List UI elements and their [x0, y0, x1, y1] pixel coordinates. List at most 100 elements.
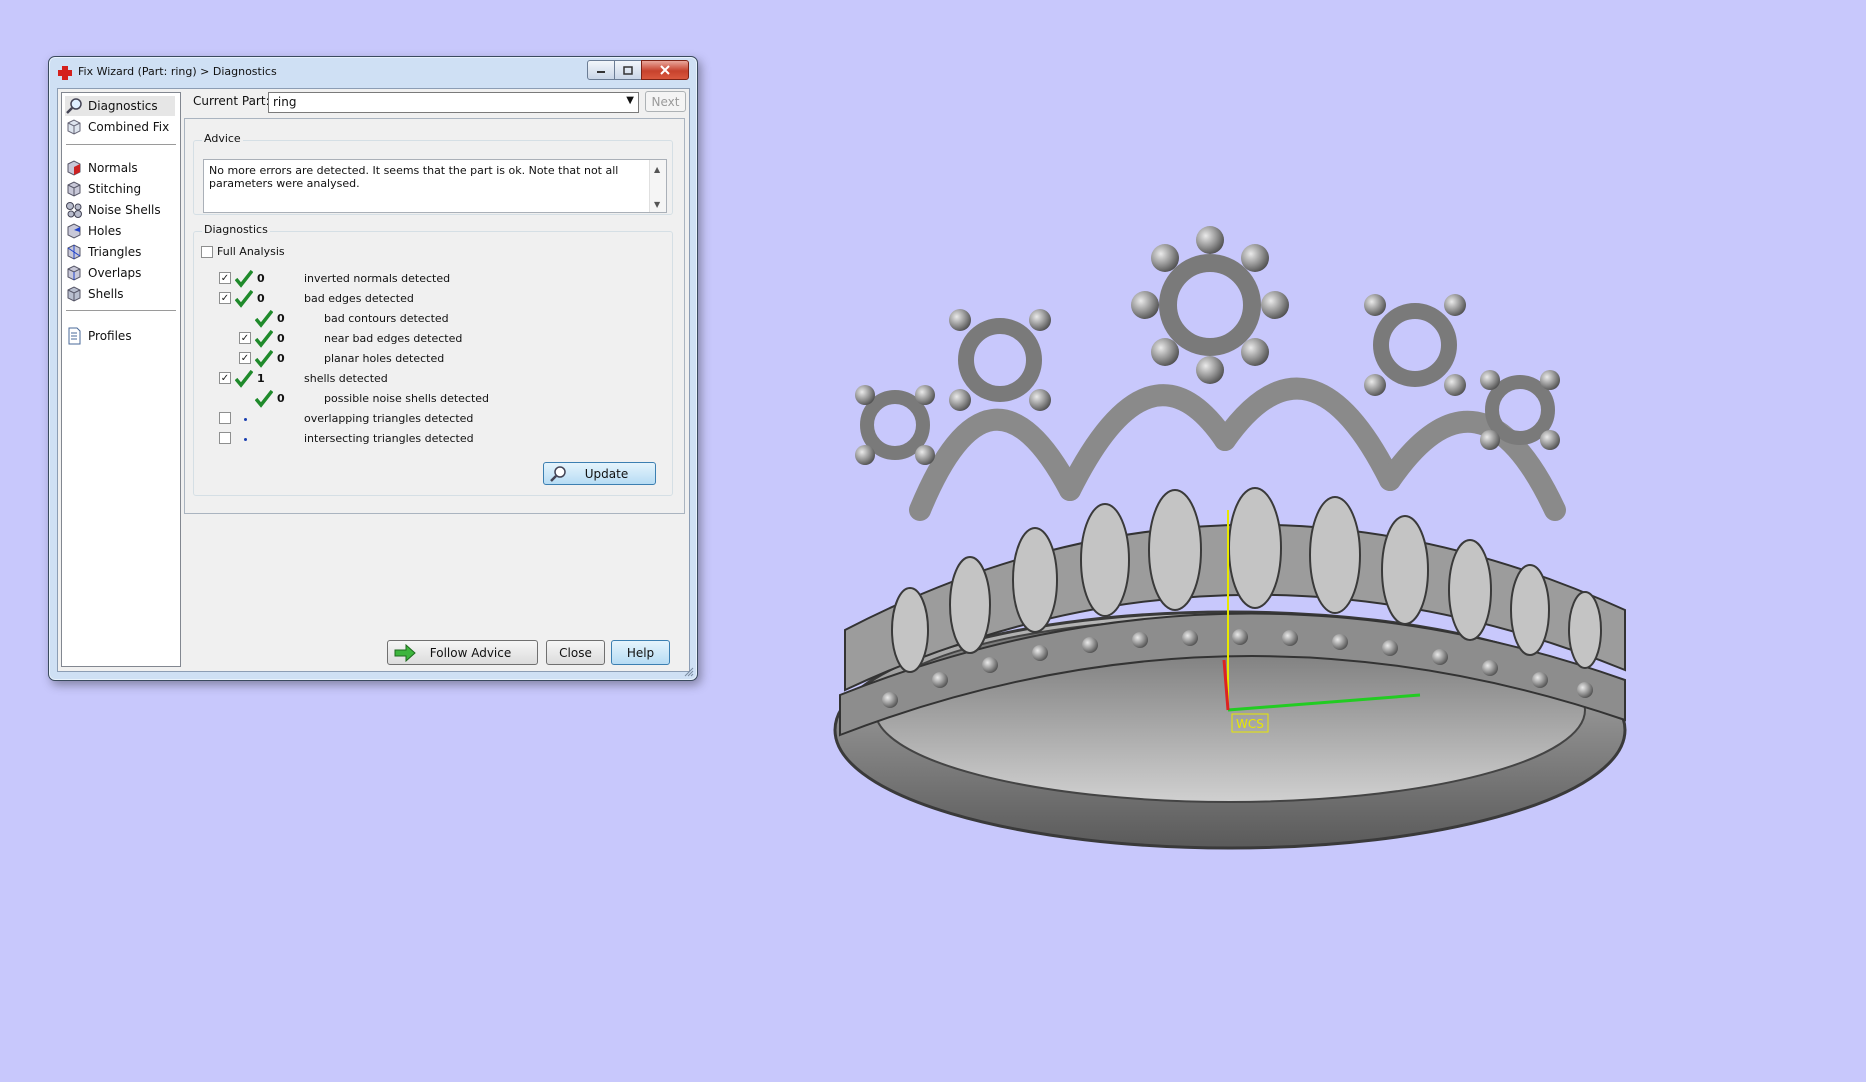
diagnostic-count: 1	[257, 372, 265, 385]
diagnostic-count: 0	[277, 392, 285, 405]
nav-item-diagnostics[interactable]: Diagnostics	[65, 96, 175, 116]
resize-grip-icon[interactable]	[684, 667, 694, 677]
diagnostic-checkbox[interactable]	[219, 412, 231, 424]
follow-advice-label: Follow Advice	[429, 645, 512, 660]
nav-item-holes[interactable]: Holes	[65, 221, 175, 241]
wizard-nav: Diagnostics Combined Fix Normals Stitchi…	[61, 92, 181, 667]
checkmark-icon	[235, 370, 253, 388]
next-button[interactable]: Next	[645, 91, 686, 112]
nav-item-label: Combined Fix	[88, 120, 170, 134]
diagnostic-label: bad edges detected	[304, 292, 414, 305]
nav-item-label: Holes	[88, 224, 122, 238]
diagnostic-checkbox[interactable]: ✓	[239, 352, 251, 364]
help-button[interactable]: Help	[611, 640, 670, 665]
combined-fix-icon	[67, 119, 81, 135]
diagnostic-label: bad contours detected	[324, 312, 449, 325]
pending-dot-icon	[244, 438, 247, 441]
nav-item-normals[interactable]: Normals	[65, 158, 175, 178]
nav-item-overlaps[interactable]: Overlaps	[65, 263, 175, 283]
nav-item-noise-shells[interactable]: Noise Shells	[65, 200, 175, 220]
document-icon	[68, 327, 81, 345]
triangles-icon	[67, 244, 81, 260]
holes-icon	[67, 223, 81, 239]
diagnostic-checkbox[interactable]: ✓	[239, 332, 251, 344]
diagnostics-group: Diagnostics Full Analysis ✓ 0 inverted nor…	[193, 223, 673, 496]
magnifier-icon	[66, 98, 82, 114]
window-title: Fix Wizard (Part: ring) > Diagnostics	[78, 65, 277, 78]
diagnostic-label: possible noise shells detected	[324, 392, 490, 405]
diagnostic-label: overlapping triangles detected	[304, 412, 474, 425]
follow-advice-button[interactable]: Follow Advice	[387, 640, 538, 665]
checkmark-icon	[255, 350, 273, 368]
nav-item-label: Noise Shells	[88, 203, 161, 217]
advice-textbox[interactable]: No more errors are detected. It seems th…	[203, 159, 667, 213]
diagnostics-title: Diagnostics	[202, 223, 270, 236]
ring-arch	[1214, 377, 1401, 491]
diagnostic-count: 0	[277, 352, 285, 365]
checkmark-icon	[255, 330, 273, 348]
checkmark-icon	[255, 390, 273, 408]
ring-arch	[1059, 384, 1236, 501]
arrow-right-icon	[394, 644, 416, 662]
scroll-down-icon: ▼	[654, 200, 661, 209]
diagnostic-label: shells detected	[304, 372, 388, 385]
scroll-up-icon: ▲	[654, 165, 661, 174]
nav-separator	[66, 310, 176, 312]
diagnostic-count: 0	[277, 312, 285, 325]
normals-icon	[67, 160, 81, 176]
checkmark-icon	[235, 290, 253, 308]
full-analysis-label: Full Analysis	[217, 245, 285, 258]
close-window-button[interactable]	[641, 60, 689, 80]
nav-item-label: Shells	[88, 287, 124, 301]
diagnostic-checkbox[interactable]: ✓	[219, 372, 231, 384]
nav-item-shells[interactable]: Shells	[65, 284, 175, 304]
nav-item-label: Triangles	[88, 245, 142, 259]
dialog-client: Diagnostics Combined Fix Normals Stitchi…	[57, 88, 690, 672]
diagnostic-count: 0	[257, 292, 265, 305]
nav-item-profiles[interactable]: Profiles	[65, 326, 175, 346]
nav-item-label: Stitching	[88, 182, 142, 196]
update-button[interactable]: Update	[543, 462, 656, 485]
wcs-label: WCS	[1236, 717, 1264, 731]
nav-item-stitching[interactable]: Stitching	[65, 179, 175, 199]
nav-item-label: Normals	[88, 161, 138, 175]
diagnostic-label: near bad edges detected	[324, 332, 463, 345]
title-bar[interactable]: Fix Wizard (Part: ring) > Diagnostics	[49, 57, 697, 87]
minimize-icon	[597, 71, 605, 73]
diagnostic-label: inverted normals detected	[304, 272, 451, 285]
diagnostic-checkbox[interactable]	[219, 432, 231, 444]
close-button[interactable]: Close	[546, 640, 605, 665]
checkmark-icon	[255, 310, 273, 328]
diagnostic-count: 0	[277, 332, 285, 345]
ring-arch	[909, 408, 1081, 521]
stitching-icon	[67, 181, 81, 197]
current-part-select[interactable]: ring ▼	[268, 92, 639, 113]
close-icon	[660, 65, 670, 75]
diagnostic-label: planar holes detected	[324, 352, 445, 365]
diagnostic-checkbox[interactable]: ✓	[219, 272, 231, 284]
maximize-icon	[623, 65, 633, 75]
nav-item-combined-fix[interactable]: Combined Fix	[65, 117, 175, 137]
diagnostic-checkbox[interactable]: ✓	[219, 292, 231, 304]
ring-model-3d[interactable]: WCS	[800, 210, 1640, 870]
app-logo-icon	[58, 66, 72, 80]
pending-dot-icon	[244, 418, 247, 421]
advice-group: Advice No more errors are detected. It s…	[193, 132, 673, 215]
nav-item-triangles[interactable]: Triangles	[65, 242, 175, 262]
nav-separator	[66, 144, 176, 146]
full-analysis-checkbox[interactable]	[201, 246, 213, 258]
shells-icon	[67, 286, 81, 302]
magnifier-icon	[550, 466, 566, 482]
diagnostics-panel: Advice No more errors are detected. It s…	[184, 118, 685, 514]
nav-item-label: Profiles	[88, 329, 132, 343]
update-label: Update	[584, 466, 629, 481]
diagnostic-count: 0	[257, 272, 265, 285]
checkmark-icon	[235, 270, 253, 288]
current-part-label: Current Part:	[193, 94, 270, 108]
advice-scrollbar[interactable]: ▲ ▼	[649, 160, 666, 212]
advice-text: No more errors are detected. It seems th…	[209, 164, 619, 190]
minimize-button[interactable]	[587, 60, 615, 80]
maximize-button[interactable]	[614, 60, 642, 80]
noise-shells-icon	[66, 202, 82, 218]
advice-title: Advice	[202, 132, 243, 145]
